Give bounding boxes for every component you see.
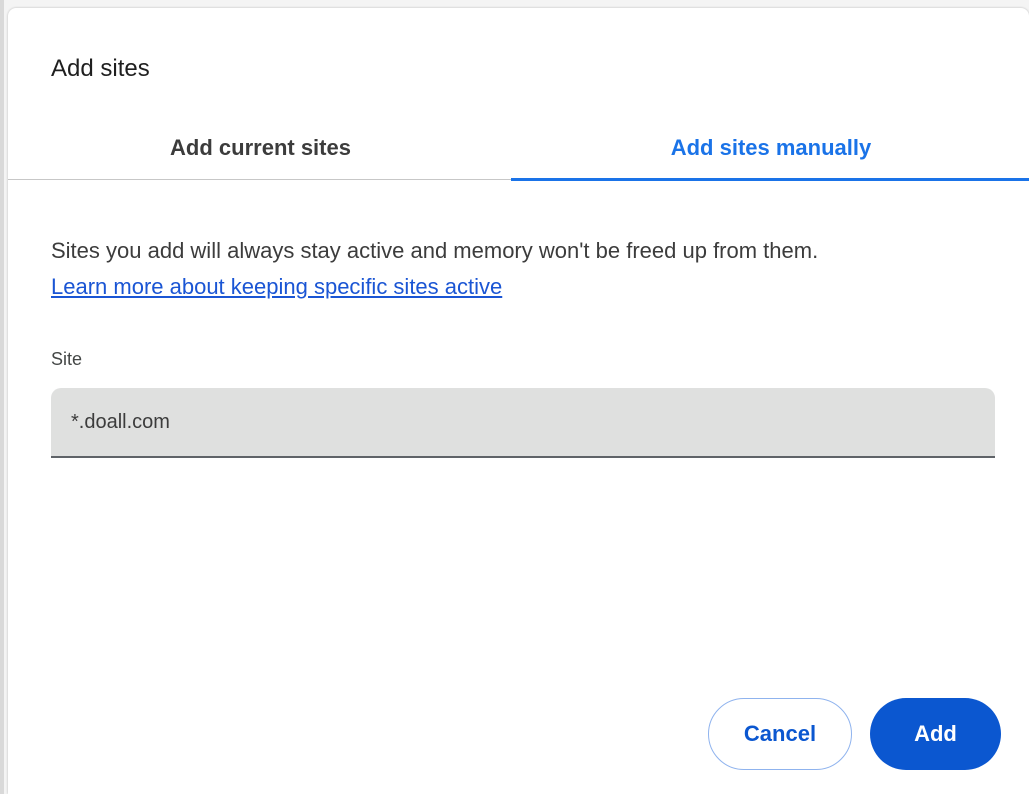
description-text: Sites you add will always stay active an… [51, 233, 1011, 305]
backdrop-edge [0, 0, 4, 794]
cancel-button[interactable]: Cancel [708, 698, 852, 770]
site-input[interactable] [51, 388, 995, 458]
tab-bar: Add current sites Add sites manually [8, 116, 1029, 181]
tab-add-sites-manually[interactable]: Add sites manually [513, 116, 1029, 179]
learn-more-link[interactable]: Learn more about keeping specific sites … [51, 274, 502, 299]
site-field-label: Site [51, 349, 83, 369]
add-sites-dialog: Add sites Add current sites Add sites ma… [8, 8, 1029, 794]
selected-tab-indicator [511, 178, 1029, 181]
dialog-title: Add sites [51, 55, 150, 82]
window-backdrop: Add sites Add current sites Add sites ma… [0, 0, 1029, 794]
add-button[interactable]: Add [870, 698, 1001, 770]
tab-add-current-sites[interactable]: Add current sites [8, 116, 513, 179]
description-sentence: Sites you add will always stay active an… [51, 238, 819, 263]
